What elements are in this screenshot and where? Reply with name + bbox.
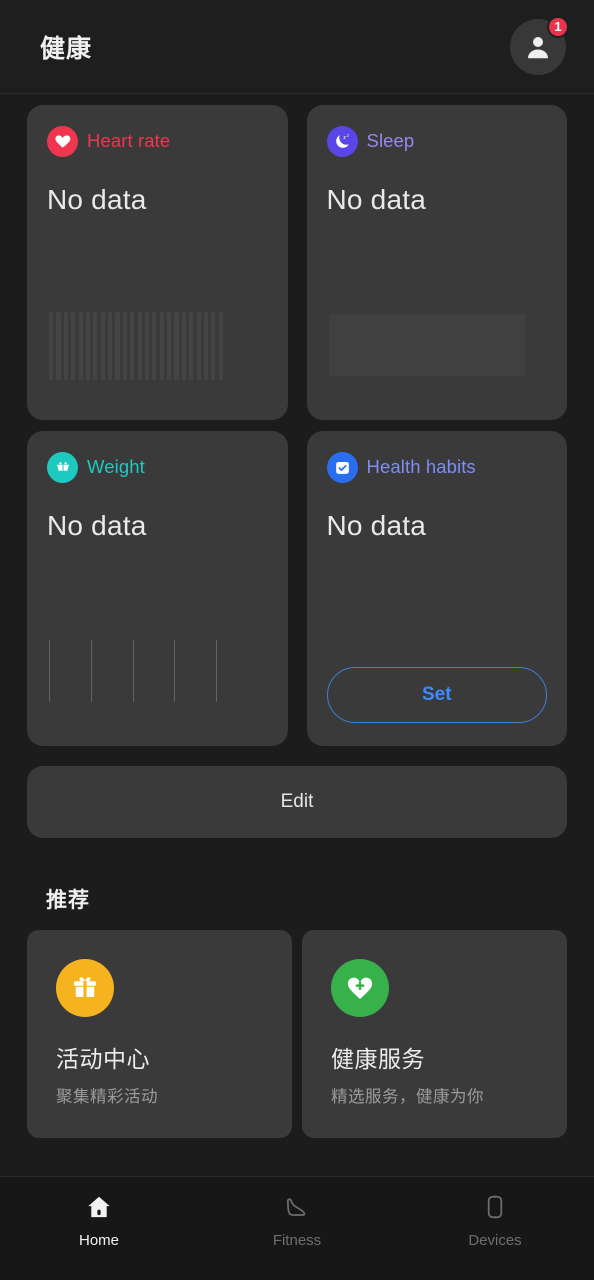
recommend-card-activity-center[interactable]: 活动中心 聚集精彩活动	[27, 930, 292, 1138]
heart-plus-icon	[331, 959, 389, 1017]
home-icon	[85, 1191, 113, 1223]
metric-card-weight[interactable]: Weight No data	[27, 431, 288, 746]
card-title: Sleep	[366, 130, 415, 151]
health-app-screen: 健康 1 Heart rate No data z z Sleep No dat…	[0, 0, 594, 1280]
gift-icon	[56, 959, 114, 1017]
weight-placeholder-chart	[47, 640, 268, 728]
nav-item-home[interactable]: Home	[0, 1191, 198, 1249]
shoe-icon	[283, 1191, 311, 1223]
nav-item-devices[interactable]: Devices	[396, 1191, 594, 1249]
bottom-navigation-bar: Home Fitness Devices	[0, 1176, 594, 1280]
heart-icon	[47, 125, 78, 157]
recommend-card-title: 活动中心	[56, 1046, 150, 1072]
card-header: Heart rate	[47, 125, 268, 157]
recommend-card-health-services[interactable]: 健康服务 精选服务，健康为你	[302, 930, 567, 1138]
notification-badge: 1	[547, 15, 569, 38]
recommend-card-subtitle: 精选服务，健康为你	[331, 1088, 484, 1106]
recommend-card-grid: 活动中心 聚集精彩活动 健康服务 精选服务，健康为你	[0, 930, 594, 1138]
card-value: No data	[326, 184, 426, 215]
svg-text:z: z	[346, 133, 348, 138]
page-title: 健康	[40, 34, 93, 63]
person-icon	[528, 36, 548, 58]
metric-card-heart-rate[interactable]: Heart rate No data	[27, 105, 288, 420]
scroll-body: Heart rate No data z z Sleep No data Wei…	[0, 94, 594, 1176]
nav-label: Devices	[468, 1232, 522, 1249]
card-value: No data	[47, 184, 147, 215]
card-value: No data	[326, 510, 426, 541]
recommend-card-title: 健康服务	[331, 1046, 425, 1072]
card-title: Health habits	[366, 456, 476, 477]
watch-icon	[481, 1191, 509, 1223]
block-placeholder	[328, 314, 525, 376]
recommend-section-title: 推荐	[46, 889, 90, 912]
metric-card-sleep[interactable]: z z Sleep No data	[306, 105, 567, 420]
scale-icon	[47, 451, 78, 483]
edit-button[interactable]: Edit	[27, 766, 567, 838]
moon-zzz-icon: z z	[326, 125, 358, 157]
tick-placeholder	[49, 640, 217, 702]
app-header: 健康 1	[0, 0, 594, 94]
card-header: Health habits	[326, 451, 548, 483]
calendar-check-icon	[326, 451, 358, 483]
metric-card-grid: Heart rate No data z z Sleep No data Wei…	[0, 94, 594, 746]
card-header: z z Sleep	[326, 125, 548, 157]
card-title: Heart rate	[87, 130, 171, 151]
nav-label: Home	[78, 1232, 119, 1249]
recommend-card-subtitle: 聚集精彩活动	[56, 1088, 158, 1106]
health-habits-action: Set	[326, 667, 547, 728]
nav-item-fitness[interactable]: Fitness	[198, 1191, 396, 1249]
bar-placeholder	[49, 312, 268, 380]
metric-card-health-habits[interactable]: Health habits No data Set	[306, 431, 567, 746]
set-button[interactable]: Set	[326, 667, 547, 723]
sleep-placeholder-chart	[327, 314, 548, 402]
card-header: Weight	[47, 451, 268, 483]
profile-avatar-button[interactable]: 1	[510, 15, 569, 75]
heart-rate-placeholder-chart	[47, 312, 268, 402]
svg-text:z: z	[343, 135, 346, 141]
nav-label: Fitness	[272, 1232, 322, 1249]
card-value: No data	[47, 510, 147, 541]
card-title: Weight	[87, 456, 145, 477]
